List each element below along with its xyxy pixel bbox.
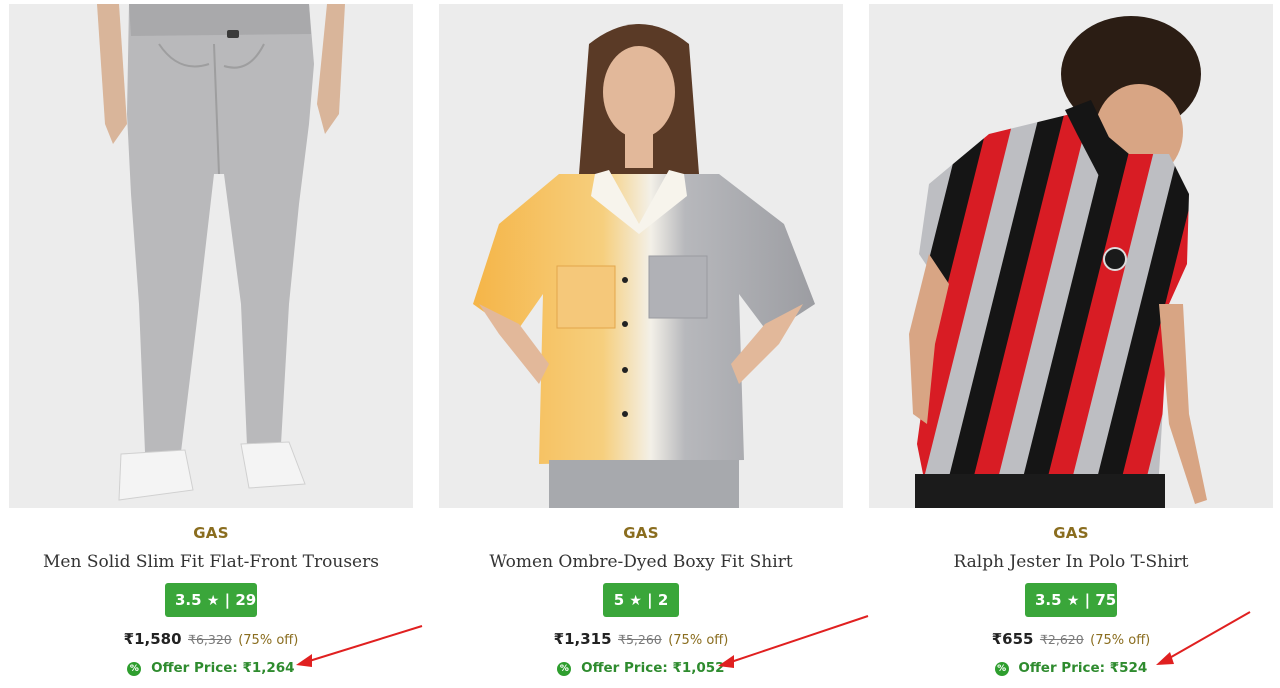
offer-label: Offer Price: <box>151 660 238 676</box>
offer-price-row: % Offer Price: ₹1,264 <box>9 660 413 676</box>
selling-price: ₹655 <box>991 630 1034 648</box>
offer-price: ₹524 <box>1109 660 1148 676</box>
offer-price-row: % Offer Price: ₹524 <box>869 660 1273 676</box>
product-image[interactable] <box>439 4 843 508</box>
product-card[interactable]: GAS Women Ombre-Dyed Boxy Fit Shirt 5 ★ … <box>439 0 843 688</box>
price-row: ₹1,580 ₹6,320 (75% off) <box>9 630 413 648</box>
rating-value: 5 <box>613 591 625 609</box>
mrp-price: ₹5,260 <box>618 632 662 647</box>
star-icon: ★ <box>206 593 220 609</box>
offer-price-row: % Offer Price: ₹1,052 <box>439 660 843 676</box>
product-brand[interactable]: GAS <box>9 524 413 542</box>
selling-price: ₹1,580 <box>123 630 182 648</box>
star-icon: ★ <box>1066 593 1080 609</box>
rating-value: 3.5 <box>1035 591 1062 609</box>
discount-text: (75% off) <box>238 633 299 648</box>
discount-text: (75% off) <box>668 633 729 648</box>
price-row: ₹1,315 ₹5,260 (75% off) <box>439 630 843 648</box>
product-card[interactable]: GAS Ralph Jester In Polo T-Shirt 3.5 ★ |… <box>869 0 1273 688</box>
product-brand[interactable]: GAS <box>869 524 1273 542</box>
product-card[interactable]: GAS Men Solid Slim Fit Flat-Front Trouse… <box>9 0 413 688</box>
discount-text: (75% off) <box>1090 633 1151 648</box>
offer-label: Offer Price: <box>581 660 668 676</box>
review-count: 29 <box>235 591 257 609</box>
review-count: 75 <box>1095 591 1117 609</box>
product-image[interactable] <box>869 4 1273 508</box>
review-count: 2 <box>657 591 669 609</box>
rating-value: 3.5 <box>175 591 202 609</box>
offer-percent-icon: % <box>557 662 572 676</box>
product-brand[interactable]: GAS <box>439 524 843 542</box>
price-row: ₹655 ₹2,620 (75% off) <box>869 630 1273 648</box>
offer-percent-icon: % <box>127 662 142 676</box>
trousers-image <box>9 4 413 508</box>
offer-price: ₹1,052 <box>672 660 725 676</box>
polo-image <box>869 4 1273 508</box>
product-title[interactable]: Ralph Jester In Polo T-Shirt <box>869 552 1273 572</box>
offer-price: ₹1,264 <box>242 660 295 676</box>
product-title[interactable]: Women Ombre-Dyed Boxy Fit Shirt <box>439 552 843 572</box>
rating-separator: | <box>647 591 653 609</box>
rating-separator: | <box>224 591 231 609</box>
mrp-price: ₹2,620 <box>1039 632 1084 647</box>
offer-label: Offer Price: <box>1018 660 1106 676</box>
rating-separator: | <box>1084 591 1091 609</box>
rating-badge: 3.5 ★ | 29 <box>165 583 257 617</box>
rating-badge: 3.5 ★ | 75 <box>1025 583 1117 617</box>
product-image[interactable] <box>9 4 413 508</box>
star-icon: ★ <box>629 593 642 609</box>
mrp-price: ₹6,320 <box>188 632 232 647</box>
rating-badge: 5 ★ | 2 <box>603 583 679 617</box>
shirt-image <box>439 4 843 508</box>
offer-percent-icon: % <box>994 662 1009 676</box>
product-title[interactable]: Men Solid Slim Fit Flat-Front Trousers <box>9 552 413 572</box>
selling-price: ₹1,315 <box>553 630 612 648</box>
